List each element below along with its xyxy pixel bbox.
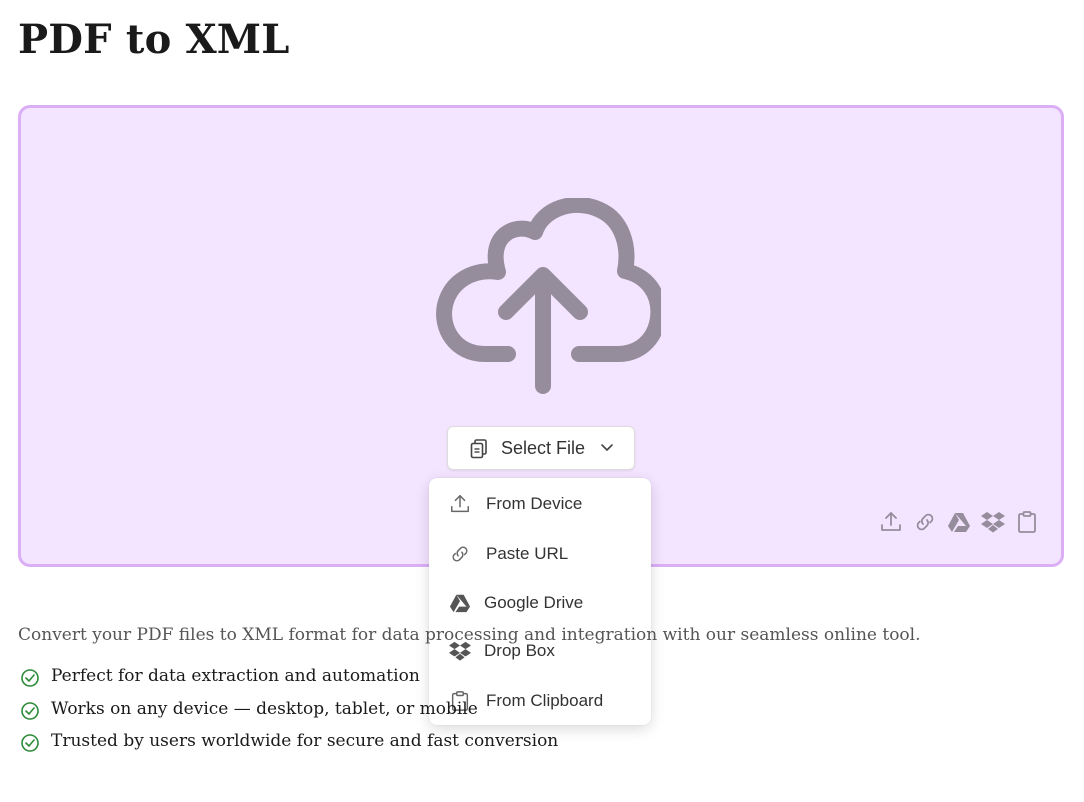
link-icon	[452, 546, 468, 562]
google-drive-icon	[449, 594, 471, 613]
check-circle-icon	[21, 734, 39, 752]
menu-item-label: Paste URL	[486, 544, 569, 563]
menu-item-paste-url[interactable]: Paste URL	[429, 531, 651, 575]
chevron-down-icon	[601, 444, 613, 451]
feature-text: Trusted by users worldwide for secure an…	[51, 731, 559, 751]
documents-icon	[470, 439, 487, 459]
link-icon[interactable]	[913, 510, 937, 534]
menu-item-label: From Device	[486, 494, 583, 513]
menu-item-google-drive[interactable]: Google Drive	[429, 580, 651, 624]
check-circle-icon	[21, 701, 39, 720]
upload-icon[interactable]	[879, 510, 903, 534]
menu-item-label: Google Drive	[484, 593, 584, 612]
clipboard-icon[interactable]	[1015, 510, 1039, 534]
select-file-menu: From Device Paste URL Google Drive Drop …	[429, 478, 651, 725]
page-description: Convert your PDF files to XML format for…	[18, 625, 921, 645]
select-file-label: Select File	[501, 438, 586, 458]
dropbox-icon[interactable]	[981, 510, 1005, 534]
select-file-button[interactable]: Select File	[447, 426, 635, 470]
menu-item-label: From Clipboard	[486, 691, 604, 710]
menu-item-from-device[interactable]: From Device	[429, 481, 651, 525]
feature-text: Perfect for data extraction and automati…	[51, 666, 420, 686]
quick-source-icons	[879, 510, 1039, 534]
check-circle-icon	[21, 669, 39, 687]
page-title: PDF to XML	[18, 16, 290, 63]
google-drive-icon[interactable]	[947, 510, 971, 534]
feature-text: Works on any device — desktop, tablet, o…	[51, 698, 478, 719]
cloud-upload-icon	[436, 198, 661, 394]
upload-icon	[451, 495, 469, 513]
